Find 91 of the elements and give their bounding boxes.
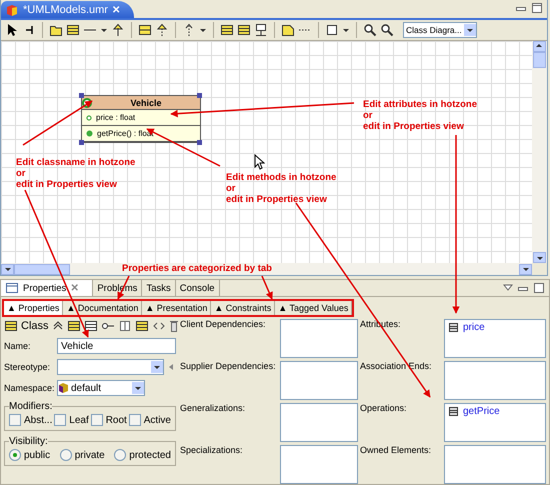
selection-handle[interactable] — [197, 93, 202, 98]
field-label: Namespace: — [4, 383, 54, 393]
selection-handle[interactable] — [79, 140, 84, 145]
diagram-type-dropdown[interactable]: Class Diagra... — [403, 22, 477, 38]
view-tab[interactable]: Console — [176, 280, 220, 296]
annotation-text: Edit classname in hotzone or edit in Properties view — [16, 157, 136, 190]
member-list[interactable]: getPrice — [444, 403, 546, 442]
table-icon[interactable] — [118, 319, 132, 333]
list-item[interactable]: getPrice — [448, 406, 542, 417]
table-icon[interactable] — [220, 23, 234, 37]
note-icon[interactable] — [281, 23, 295, 37]
caret-icon[interactable] — [466, 26, 474, 34]
operation-list-icon[interactable] — [84, 319, 98, 333]
category-tab[interactable]: ▲ Constraints — [211, 301, 276, 315]
list-item[interactable]: price — [448, 322, 542, 333]
relation-list[interactable] — [280, 361, 358, 400]
visibility-radio[interactable]: private — [60, 449, 105, 461]
annotation-text: Edit attributes in hotzone or edit in Properties view — [363, 99, 477, 132]
list-label: Owned Elements: — [360, 445, 432, 457]
left-triangle-icon[interactable] — [167, 362, 176, 372]
selection-handle[interactable] — [79, 93, 84, 98]
maximize-icon[interactable] — [531, 2, 543, 14]
attribute-list-icon[interactable] — [66, 319, 81, 333]
annotation-arrow — [261, 276, 273, 300]
namespace-dropdown[interactable]: default — [57, 380, 145, 396]
scroll-thumb[interactable] — [14, 264, 70, 274]
relation-list[interactable] — [280, 319, 358, 358]
cursor-icon — [254, 154, 265, 170]
caret-icon[interactable] — [100, 26, 108, 34]
generalization-arrow-icon[interactable] — [111, 23, 125, 37]
category-tab[interactable]: ▲ Presentation — [142, 301, 212, 315]
trash-icon[interactable] — [168, 319, 179, 333]
category-tab[interactable]: ▲ Documentation — [63, 301, 142, 315]
operation-icon — [86, 130, 93, 137]
pointer-icon[interactable] — [5, 23, 19, 37]
list-label: Operations: — [360, 403, 408, 415]
view-tab[interactable]: Properties ✕ — [1, 280, 94, 296]
modifier-checkbox[interactable]: Abst... — [9, 414, 52, 426]
list-label: Supplier Dependencies: — [180, 361, 277, 373]
group-title: Visibility: — [9, 436, 48, 447]
close-button[interactable]: ✕ — [70, 282, 78, 294]
group-title: Modifiers: — [9, 401, 52, 412]
annotation-text: Properties are categorized by tab — [122, 263, 272, 274]
relation-list[interactable] — [280, 445, 358, 484]
member-list[interactable] — [444, 361, 546, 400]
field-label: Stereotype: — [4, 362, 52, 372]
annotation-arrow — [22, 100, 93, 146]
modifier-checkbox[interactable]: Active — [128, 414, 171, 426]
attribute-icon — [86, 114, 92, 120]
member-list[interactable] — [444, 445, 546, 484]
list-label: Generalizations: — [180, 403, 246, 415]
horizontal-scrollbar[interactable] — [1, 263, 532, 275]
package-icon — [58, 382, 69, 394]
visibility-radio[interactable]: public — [9, 449, 50, 461]
element-type: Class — [21, 320, 49, 332]
member-list[interactable]: price — [444, 319, 546, 358]
node-icon[interactable] — [254, 23, 268, 37]
category-tab[interactable]: ▲ Properties — [4, 301, 64, 315]
category-tab[interactable]: ▲ Tagged Values — [275, 301, 352, 315]
caret-icon[interactable] — [152, 363, 160, 371]
view-menu-icon[interactable] — [503, 283, 513, 293]
name-field[interactable]: Vehicle — [57, 338, 176, 354]
editor-tab[interactable]: *UMLModels.umr ✕ — [1, 1, 134, 18]
caret-icon[interactable] — [4, 265, 12, 273]
member-icon — [448, 322, 459, 333]
field-label: Name: — [4, 341, 32, 351]
annotation-text: Edit methods in hotzone or edit in Properties view — [226, 172, 336, 205]
list-label: Specializations: — [180, 445, 244, 457]
member-icon — [448, 406, 459, 417]
modifier-checkbox[interactable]: Root — [90, 414, 127, 426]
caret-icon[interactable] — [199, 26, 207, 34]
maximize-icon[interactable] — [533, 282, 545, 294]
rectangle-icon[interactable] — [325, 23, 339, 37]
table-icon[interactable] — [237, 23, 251, 37]
attribute[interactable]: price : float — [96, 113, 136, 122]
interface-icon[interactable] — [138, 23, 152, 37]
model-icon — [5, 2, 19, 16]
close-button[interactable]: ✕ — [112, 4, 120, 16]
caret-icon[interactable] — [342, 26, 350, 34]
selection-handle[interactable] — [197, 140, 202, 145]
caret-icon[interactable] — [134, 384, 142, 392]
list-label: Client Dependencies: — [180, 319, 267, 331]
folder-icon[interactable] — [49, 23, 63, 37]
vertical-scrollbar[interactable] — [532, 41, 547, 263]
properties-view-icon — [5, 281, 19, 295]
view-tab[interactable]: Tasks — [142, 280, 176, 296]
visibility-radio[interactable]: protected — [114, 449, 171, 461]
relation-list[interactable] — [280, 403, 358, 442]
scroll-thumb[interactable] — [533, 52, 546, 68]
realization-arrow-icon[interactable] — [155, 23, 169, 37]
modifier-checkbox[interactable]: Leaf — [54, 414, 89, 426]
